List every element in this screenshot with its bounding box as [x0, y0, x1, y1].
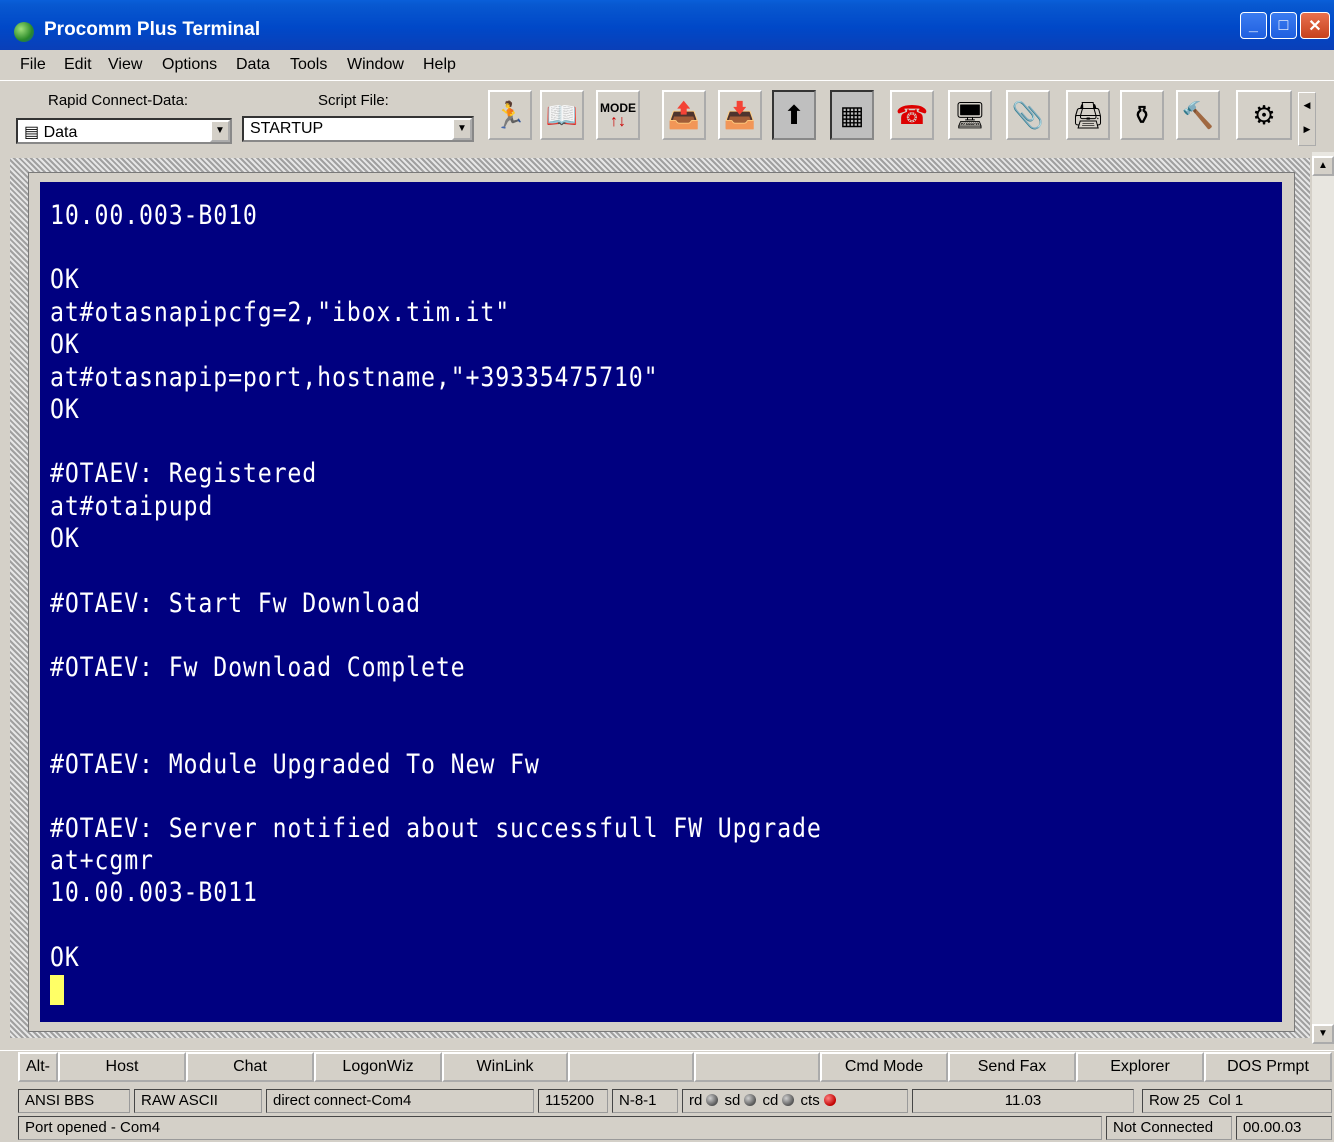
close-button[interactable]: ✕: [1300, 12, 1330, 39]
terminal-line: at#otasnapipcfg=2,"ibox.tim.it": [50, 297, 511, 328]
rapid-connect-combo[interactable]: ▤ Data ▼: [16, 118, 232, 144]
printer-icon[interactable]: 🖨: [1066, 90, 1110, 140]
cd-label: cd: [762, 1092, 779, 1109]
explorer-button[interactable]: Explorer: [1076, 1052, 1204, 1082]
emulation-status[interactable]: ANSI BBS: [18, 1089, 130, 1113]
tools-icon[interactable]: 🔨: [1176, 90, 1220, 140]
empty-action-button[interactable]: [568, 1052, 694, 1082]
transfer-protocol-status[interactable]: RAW ASCII: [134, 1089, 262, 1113]
minimize-button[interactable]: _: [1240, 12, 1267, 39]
vertical-scrollbar[interactable]: [1312, 152, 1334, 1042]
script-file-combo[interactable]: STARTUP ▼: [242, 116, 474, 142]
send-fax-button[interactable]: Send Fax: [948, 1052, 1076, 1082]
script-file-value: STARTUP: [250, 120, 324, 137]
cmd-mode-button[interactable]: Cmd Mode: [820, 1052, 948, 1082]
chat-button[interactable]: Chat: [186, 1052, 314, 1082]
sieve-icon[interactable]: ⚱: [1120, 90, 1164, 140]
baud-rate-status[interactable]: 115200: [538, 1089, 608, 1113]
menu-data[interactable]: Data: [236, 56, 270, 74]
capture-icon[interactable]: ⬆: [772, 90, 816, 140]
winlink-button[interactable]: WinLink: [442, 1052, 568, 1082]
status-message: Port opened - Com4: [18, 1116, 1102, 1140]
maximize-button[interactable]: □: [1270, 12, 1297, 39]
terminal-line: OK: [50, 264, 80, 295]
run-script-icon[interactable]: 🏃: [488, 90, 532, 140]
alt-toggle-button[interactable]: Alt-: [18, 1052, 58, 1082]
terminal-line: at+cgmr: [50, 845, 154, 876]
menu-tools[interactable]: Tools: [290, 56, 327, 74]
terminal-line: 10.00.003-B010: [50, 200, 258, 231]
terminal-line: 10.00.003-B011: [50, 877, 258, 908]
logonwiz-button[interactable]: LogonWiz: [314, 1052, 442, 1082]
download-icon[interactable]: 📥: [718, 90, 762, 140]
scroll-down-arrow[interactable]: ▼: [1312, 1024, 1334, 1044]
terminal-icon[interactable]: ▦: [830, 90, 874, 140]
dos-prompt-button[interactable]: DOS Prmpt: [1204, 1052, 1332, 1082]
menu-view[interactable]: View: [108, 56, 142, 74]
row-status: Row 25: [1149, 1092, 1200, 1109]
menu-file[interactable]: File: [20, 56, 46, 74]
menu-bar: File Edit View Options Data Tools Window…: [0, 52, 1334, 78]
terminal-line: #OTAEV: Server notified about successful…: [50, 813, 822, 844]
terminal-line: at#otasnapip=port,hostname,"+39335475710…: [50, 362, 659, 393]
upload-icon[interactable]: 📤: [662, 90, 706, 140]
rd-label: rd: [689, 1092, 703, 1109]
signal-leds: rd sd cd cts: [682, 1089, 908, 1113]
phonebook-icon[interactable]: 📖: [540, 90, 584, 140]
options-icon[interactable]: ⚙: [1236, 90, 1292, 140]
clip-icon[interactable]: 📎: [1006, 90, 1050, 140]
elapsed-time: 00.00.03: [1236, 1116, 1332, 1140]
scroll-up-arrow[interactable]: ▲: [1312, 156, 1334, 176]
line-params-status[interactable]: N-8-1: [612, 1089, 678, 1113]
terminal-line: OK: [50, 523, 80, 554]
cts-label: cts: [800, 1092, 820, 1109]
menu-edit[interactable]: Edit: [64, 56, 92, 74]
script-file-label: Script File:: [318, 92, 389, 109]
terminal-line: OK: [50, 394, 80, 425]
phone-icon[interactable]: ☎: [890, 90, 934, 140]
window-title: Procomm Plus Terminal: [44, 19, 261, 40]
terminal-line: #OTAEV: Module Upgraded To New Fw: [50, 749, 540, 780]
text-cursor: [50, 975, 64, 1005]
terminal-line: #OTAEV: Start Fw Download: [50, 588, 421, 619]
terminal-line: at#otaipupd: [50, 491, 214, 522]
cursor-position-status: Row 25 Col 1: [1142, 1089, 1332, 1113]
terminal-line: OK: [50, 329, 80, 360]
cd-led-icon: [782, 1094, 795, 1106]
menu-window[interactable]: Window: [347, 56, 404, 74]
terminal-line: OK: [50, 942, 80, 973]
connection-status[interactable]: direct connect-Com4: [266, 1089, 534, 1113]
sd-led-icon: [744, 1094, 757, 1106]
mode-icon[interactable]: MODE ↑↓: [596, 90, 640, 140]
terminal-line: #OTAEV: Registered: [50, 458, 318, 489]
cts-led-icon: [823, 1094, 836, 1106]
procomm-app-icon[interactable]: [14, 22, 34, 42]
rapid-connect-value: ▤ Data: [24, 124, 78, 141]
menu-options[interactable]: Options: [162, 56, 217, 74]
chevron-down-icon[interactable]: ▼: [210, 120, 230, 142]
monitor-icon[interactable]: 🖥: [948, 90, 992, 140]
empty-action-button[interactable]: [694, 1052, 820, 1082]
sd-label: sd: [724, 1092, 741, 1109]
clock-status: 11.03: [912, 1089, 1134, 1113]
host-button[interactable]: Host: [58, 1052, 186, 1082]
rd-led-icon: [706, 1094, 719, 1106]
toolbar-scroll-arrows[interactable]: ◀ ▶: [1298, 92, 1316, 146]
connected-state: Not Connected: [1106, 1116, 1232, 1140]
menu-help[interactable]: Help: [423, 56, 456, 74]
chevron-down-icon[interactable]: ▼: [452, 118, 472, 140]
rapid-connect-label: Rapid Connect-Data:: [48, 92, 189, 109]
col-status: Col 1: [1208, 1092, 1244, 1109]
terminal-line: #OTAEV: Fw Download Complete: [50, 652, 466, 683]
